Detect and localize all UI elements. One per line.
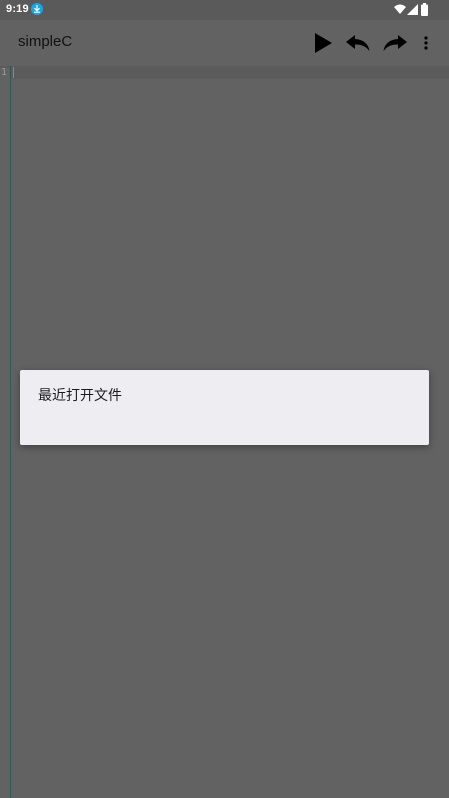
run-icon [313, 32, 333, 54]
gutter-divider [10, 66, 11, 798]
redo-button[interactable] [380, 28, 410, 58]
undo-button[interactable] [343, 28, 373, 58]
run-button[interactable] [308, 28, 338, 58]
more-options-button[interactable] [412, 28, 440, 58]
redo-icon [382, 33, 408, 53]
current-line-highlight [11, 66, 449, 79]
recent-files-item[interactable]: 最近打开文件 [38, 385, 122, 405]
signal-icon [407, 4, 418, 18]
screen: 9:19 simpleC 1 最近打开文件 [0, 0, 449, 798]
more-vert-icon [424, 36, 428, 50]
download-icon [31, 3, 43, 15]
status-time: 9:19 [6, 3, 29, 15]
app-title: simpleC [18, 33, 73, 50]
text-cursor [13, 67, 14, 78]
wifi-icon [394, 4, 406, 18]
status-bar: 9:19 [0, 0, 449, 20]
app-bar: simpleC [0, 20, 449, 66]
undo-icon [345, 33, 371, 53]
line-number: 1 [1, 67, 8, 78]
menu-dialog: 最近打开文件 [20, 370, 429, 445]
battery-icon [421, 3, 428, 19]
